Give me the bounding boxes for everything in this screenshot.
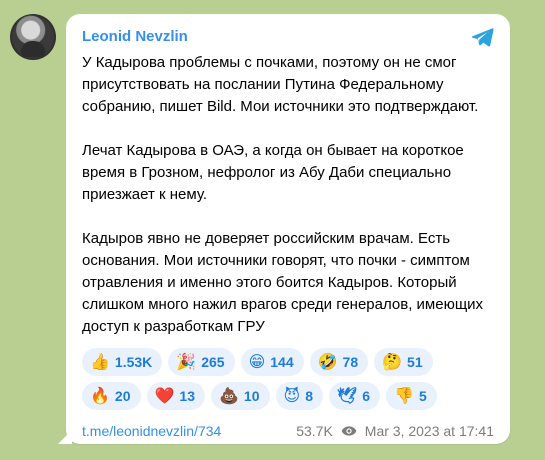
- reaction-grin[interactable]: 😁 144: [240, 348, 304, 376]
- reaction-heart[interactable]: ❤️ 13: [146, 382, 205, 410]
- heart-icon: ❤️: [154, 386, 175, 405]
- reactions-bar: 👍 1.53K 🎉 265 😁 144 🤣 78 🤔 51 🔥 20 ❤️ 13: [82, 348, 487, 410]
- message-paragraph-3: Кадыров явно не доверяет российским врач…: [82, 230, 484, 335]
- thinking-face-icon: 🤔: [382, 352, 403, 371]
- post-timestamp: Mar 3, 2023 at 17:41: [364, 423, 494, 439]
- reaction-count: 6: [362, 388, 371, 404]
- post-meta: 53.7K Mar 3, 2023 at 17:41: [296, 422, 494, 440]
- reaction-count: 5: [419, 388, 427, 404]
- post-link[interactable]: t.me/leonidnevzlin/734: [82, 422, 221, 440]
- reaction-count: 78: [342, 354, 359, 370]
- telegram-icon[interactable]: [470, 25, 494, 49]
- reaction-rofl[interactable]: 🤣 78: [309, 348, 369, 376]
- reaction-devil[interactable]: 😈 8: [275, 382, 323, 410]
- reaction-party[interactable]: 🎉 265: [168, 348, 235, 376]
- message-bubble: Leonid Nevzlin У Кадырова проблемы с поч…: [66, 14, 510, 444]
- poop-icon: 💩: [219, 386, 239, 405]
- devil-icon: 😈: [283, 386, 301, 405]
- reaction-count: 13: [179, 388, 195, 404]
- reaction-count: 51: [407, 354, 423, 370]
- reaction-poop[interactable]: 💩 10: [211, 382, 270, 410]
- reaction-count: 144: [270, 354, 294, 370]
- reaction-count: 8: [305, 388, 313, 404]
- reaction-count: 10: [243, 388, 260, 404]
- party-popper-icon: 🎉: [176, 352, 197, 371]
- grinning-face-icon: 😁: [248, 352, 266, 371]
- dove-icon: 🕊: [336, 386, 358, 405]
- reaction-thumbs-up[interactable]: 👍 1.53K: [82, 348, 163, 376]
- reaction-fire[interactable]: 🔥 20: [82, 382, 141, 410]
- reaction-thumbs-down[interactable]: 👎 5: [386, 382, 437, 410]
- eye-icon: [341, 426, 357, 436]
- reaction-count: 20: [114, 388, 131, 404]
- reaction-count: 1.53K: [114, 354, 153, 370]
- message-footer: t.me/leonidnevzlin/734 53.7K Mar 3, 2023…: [82, 422, 494, 440]
- reaction-thinking[interactable]: 🤔 51: [374, 348, 433, 376]
- avatar: [10, 14, 56, 60]
- reaction-count: 265: [201, 354, 225, 370]
- thumbs-up-icon: 👍: [90, 352, 110, 371]
- rofl-icon: 🤣: [317, 352, 338, 371]
- thumbs-down-icon: 👎: [394, 386, 415, 405]
- fire-icon: 🔥: [90, 386, 110, 405]
- message-paragraph-1: У Кадырова проблемы с почками, поэтому о…: [82, 54, 479, 115]
- channel-author[interactable]: Leonid Nevzlin: [82, 26, 188, 48]
- message-paragraph-2: Лечат Кадырова в ОАЭ, а когда он бывает …: [82, 142, 464, 203]
- view-count: 53.7K: [296, 423, 333, 439]
- reaction-dove[interactable]: 🕊 6: [328, 382, 381, 410]
- message-header: Leonid Nevzlin: [82, 26, 494, 48]
